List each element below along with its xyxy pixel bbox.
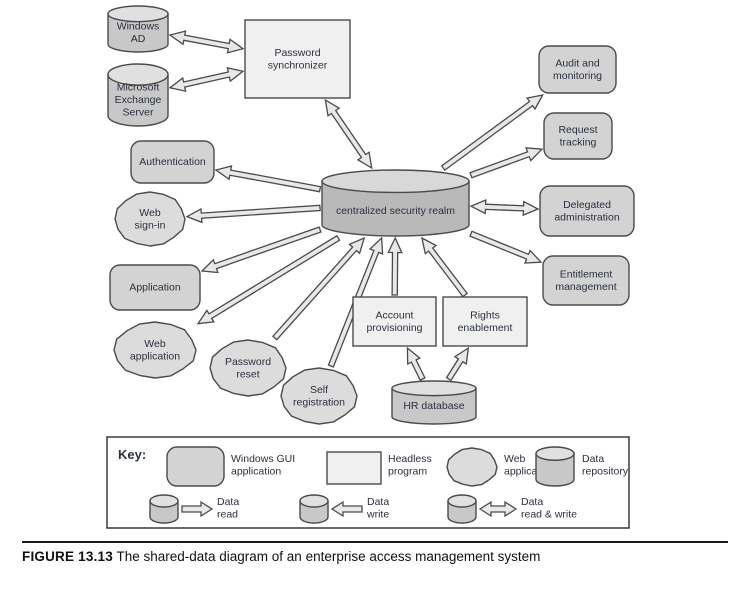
figure-caption: FIGURE 13.13 The shared-data diagram of …	[22, 548, 728, 566]
node-microsoft-exchange[interactable]: Microsoft Exchange Server	[107, 63, 169, 127]
arrow-centralized-security-realm-to-entitlement-management	[469, 230, 543, 264]
arrow-password-synchronizer-to-windows-ad	[168, 30, 245, 54]
node-label: Application	[129, 281, 181, 293]
node-layer: centralized security realm Windows AD Micro…	[107, 5, 635, 425]
node-password-synchronizer[interactable]: Password synchronizer	[244, 19, 351, 99]
key-label-data-read: Data read	[217, 496, 239, 521]
key-label-headless-program: Headless program	[388, 453, 432, 478]
node-delegated-administration[interactable]: Delegated administration	[539, 185, 635, 237]
node-label: Request tracking	[558, 124, 597, 149]
node-authentication[interactable]: Authentication	[130, 140, 215, 184]
node-web-sign-in[interactable]: Web sign-in	[114, 191, 186, 247]
caption-rule	[22, 541, 728, 543]
shared-data-diagram: centralized security realm Windows AD Micro…	[106, 5, 635, 529]
node-entitlement-management[interactable]: Entitlement management	[542, 255, 630, 306]
arrow-centralized-security-realm-to-web-sign-in	[185, 204, 321, 224]
arrow-centralized-security-realm-to-audit-and-monitoring	[440, 94, 544, 172]
node-web-application[interactable]: Web application	[113, 321, 197, 379]
node-label: Authentication	[139, 156, 206, 168]
node-self-registration[interactable]: Self registration	[280, 367, 358, 425]
arrow-hr-database-to-account-provisioning	[406, 346, 426, 381]
key-swatch-web-application	[446, 447, 498, 487]
arrow-hr-database-to-rights-enablement	[445, 346, 470, 382]
node-label: Delegated administration	[554, 199, 620, 224]
key-swatch-data-repository	[535, 446, 575, 487]
node-label: Entitlement management	[555, 268, 616, 293]
arrow-password-synchronizer-to-microsoft-exchange	[168, 67, 245, 93]
node-label: HR database	[403, 400, 464, 412]
key-legend: Key: Windows GUI applicationHeadless progra…	[106, 436, 630, 529]
node-application[interactable]: Application	[109, 264, 201, 311]
node-label: Password synchronizer	[268, 47, 328, 72]
arrow-centralized-security-realm-to-password-synchronizer	[324, 98, 373, 170]
figure-caption-text: The shared-data diagram of an enterprise…	[116, 549, 541, 564]
key-swatch-windows-gui-application	[166, 446, 225, 487]
key-label-data-write: Data write	[366, 496, 389, 521]
figure-container: centralized security realm Windows AD Micro…	[0, 0, 747, 594]
node-label: centralized security realm	[336, 205, 455, 217]
key-title: Key:	[118, 447, 146, 462]
key-swatch-headless-program	[326, 451, 382, 485]
node-password-reset[interactable]: Password reset	[209, 339, 287, 397]
arrow-rights-enablement-to-centralized-security-realm	[420, 236, 469, 298]
figure-number: FIGURE 13.13	[22, 549, 113, 564]
node-audit-and-monitoring[interactable]: Audit and monitoring	[538, 45, 617, 94]
node-windows-ad[interactable]: Windows AD	[107, 5, 169, 53]
arrow-centralized-security-realm-to-request-tracking	[469, 147, 544, 179]
node-account-provisioning[interactable]: Account provisioning	[352, 296, 437, 347]
arrow-centralized-security-realm-to-delegated-administration	[469, 199, 540, 217]
node-hr-database[interactable]: HR database	[391, 380, 477, 425]
node-centralized-security-realm[interactable]: centralized security realm	[321, 169, 470, 237]
arrow-account-provisioning-to-centralized-security-realm	[387, 236, 403, 296]
node-request-tracking[interactable]: Request tracking	[543, 112, 613, 160]
arrow-centralized-security-realm-to-authentication	[214, 165, 322, 193]
node-rights-enablement[interactable]: Rights enablement	[442, 296, 528, 347]
node-label: Audit and monitoring	[553, 57, 602, 82]
arrow-centralized-security-realm-to-application	[200, 226, 322, 274]
